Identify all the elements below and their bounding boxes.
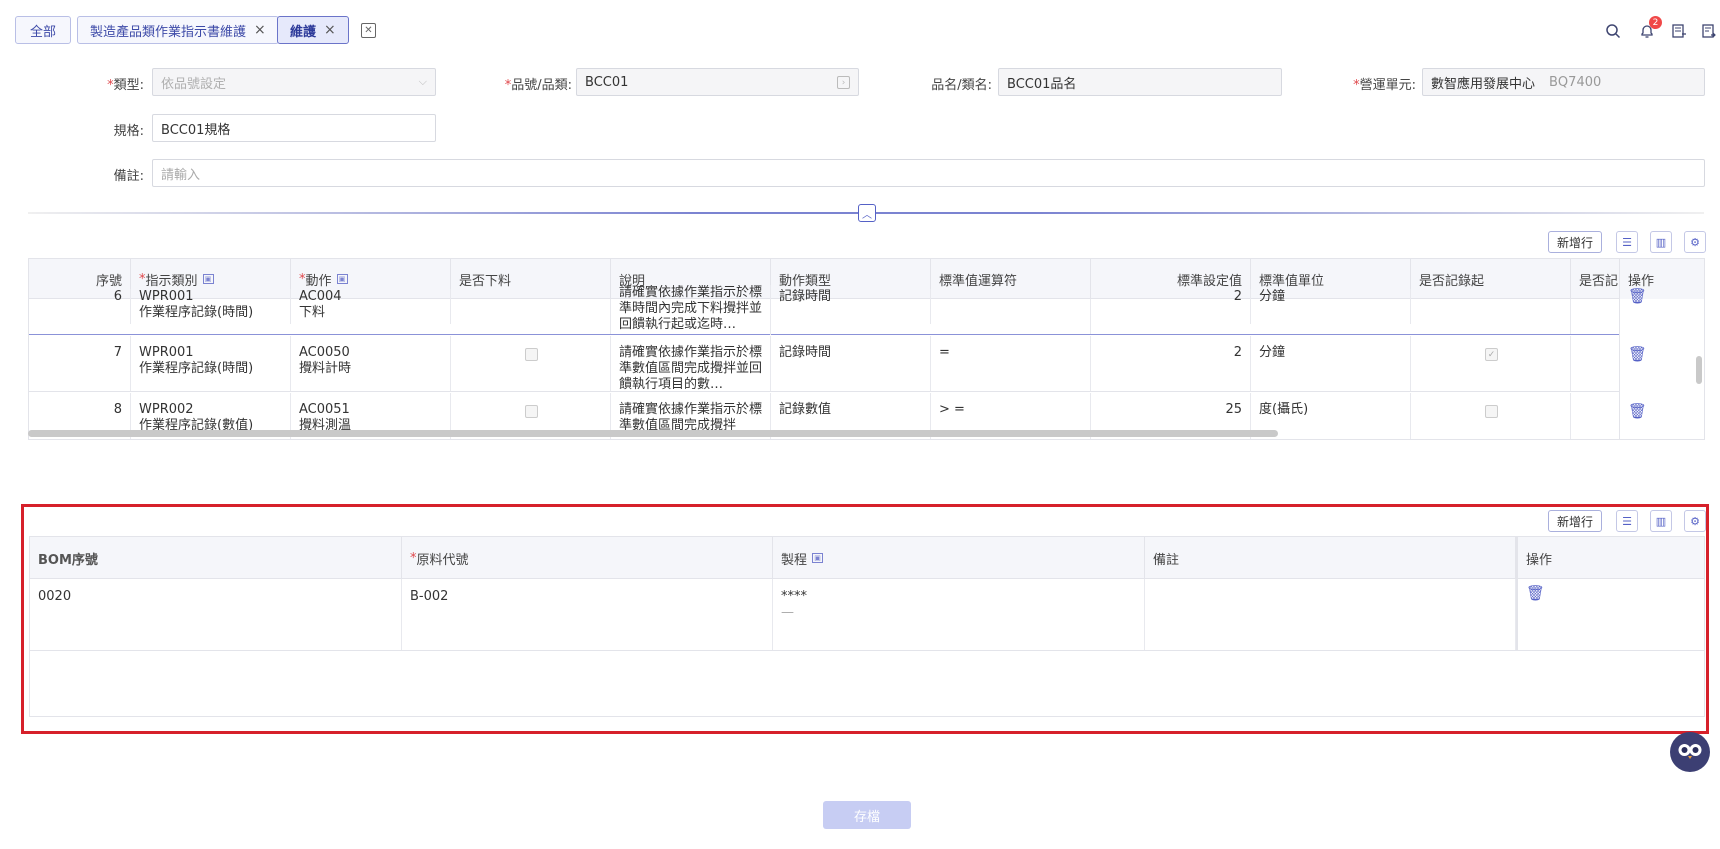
cell-category: WPR001 作業程序記錄(時間) — [131, 289, 291, 324]
cell-action-type: 記錄時間 — [771, 289, 931, 324]
delete-icon[interactable]: 🗑 — [1628, 287, 1647, 305]
close-icon[interactable]: × — [254, 22, 266, 38]
type-label: *類型: — [107, 78, 144, 93]
filter-icon[interactable]: ▣ — [336, 274, 348, 284]
collapse-icon[interactable]: ︿ — [858, 204, 876, 222]
down-checkbox[interactable] — [525, 348, 538, 361]
document-icon[interactable] — [1670, 22, 1688, 40]
export-icon[interactable] — [1700, 22, 1718, 40]
cell-process: **** — — [773, 579, 1145, 650]
header-material: * 原料代號 — [402, 537, 773, 579]
item-field[interactable]: BCC01 › — [576, 68, 859, 96]
cell-std-unit: 分鐘 — [1251, 289, 1411, 324]
cell-action: AC004 下料 — [291, 289, 451, 324]
tab-maintenance-list[interactable]: 製造產品類作業指示書維護 × — [77, 16, 279, 44]
header-operator: 標準值運算符 — [931, 259, 1091, 299]
column-settings-icon[interactable]: ▥ — [1650, 510, 1672, 532]
header-bom: BOM序號 — [30, 537, 402, 579]
vertical-scrollbar[interactable] — [1696, 356, 1702, 384]
spec-label: 規格: — [113, 124, 144, 139]
cell-down — [451, 336, 611, 391]
record-checkbox[interactable] — [1485, 405, 1498, 418]
cell-record: ✓ — [1411, 336, 1571, 391]
delete-icon[interactable]: 🗑 — [1628, 345, 1647, 363]
item-label: *品號/品類: — [504, 78, 572, 93]
search-icon[interactable] — [1604, 22, 1622, 40]
tab-maintain[interactable]: 維護 × — [277, 16, 349, 44]
header-process: 製程 ▣ — [773, 537, 1145, 579]
cell-seq: 7 — [29, 336, 131, 391]
note-label: 備註: — [113, 169, 144, 184]
cell-record — [1411, 393, 1571, 439]
type-select[interactable]: 依品號設定 ⌵ — [152, 68, 436, 96]
unit-label: *營運單元: — [1353, 78, 1416, 93]
ops-column: 🗑 🗑 🗑 — [1619, 287, 1704, 439]
filter-icon[interactable]: ▣ — [202, 274, 214, 284]
gear-icon[interactable]: ⚙ — [1684, 510, 1706, 532]
delete-icon[interactable]: 🗑 — [1628, 402, 1647, 420]
bom-grid: BOM序號 * 原料代號 製程 ▣ 備註 操作 0020 B-002 **** — 🗑 — [29, 536, 1705, 717]
cell-std-value: 2 — [1091, 289, 1251, 324]
unit-field[interactable]: 數智應用發展中心 BQ7400 — [1422, 68, 1705, 96]
cell-desc: 請確實依據作業指示於標準時間內完成下料攪拌並回饋執行起或迄時… — [611, 285, 771, 335]
close-icon[interactable]: × — [324, 22, 336, 38]
close-all-tabs-icon[interactable]: ✕ — [361, 23, 376, 38]
tab-label: 製造產品類作業指示書維護 — [90, 24, 247, 40]
table-row[interactable]: 0020 B-002 **** — 🗑 — [30, 579, 1704, 651]
assistant-owl-icon[interactable] — [1670, 732, 1710, 772]
record-checkbox[interactable]: ✓ — [1485, 348, 1498, 361]
chevron-down-icon: ⌵ — [418, 75, 427, 88]
name-label: 品名/類名: — [931, 78, 992, 93]
tab-all[interactable]: 全部 — [15, 16, 71, 44]
cell-bom: 0020 — [30, 579, 402, 650]
column-settings-icon[interactable]: ▥ — [1650, 231, 1672, 253]
grid-header: BOM序號 * 原料代號 製程 ▣ 備註 操作 — [30, 537, 1704, 579]
header-record: 是否記錄起 — [1411, 259, 1571, 299]
save-button[interactable]: 存檔 — [823, 801, 911, 829]
cell-down — [451, 299, 611, 334]
cell-action-type: 記錄時間 — [771, 336, 931, 391]
cell-material: B-002 — [402, 579, 773, 650]
tab-all-label: 全部 — [29, 24, 56, 40]
tab-label: 維護 — [290, 24, 317, 40]
spec-field[interactable]: BCC01規格 — [152, 114, 436, 142]
cell-std-unit: 分鐘 — [1251, 336, 1411, 391]
instruction-grid: 序號 * 指示類別 ▣ * 動作 ▣ 是否下料 說明 動作類型 標準值運算符 標準設定值… — [28, 258, 1705, 440]
cell-desc: 請確實依據作業指示於標準數值區間完成攪拌並回饋執行項目的數… — [611, 336, 771, 391]
filter-icon[interactable]: ▣ — [812, 553, 824, 563]
cell-operator: = — [931, 336, 1091, 391]
horizontal-scrollbar[interactable] — [28, 430, 1278, 437]
cell-ops: 🗑 — [1516, 579, 1704, 650]
lookup-icon[interactable]: › — [837, 76, 850, 89]
table-row[interactable]: 6 WPR001 作業程序記錄(時間) AC004 下料 請確實依據作業指示於標準時… — [29, 285, 1704, 335]
add-row-button[interactable]: 新增行 — [1548, 231, 1602, 253]
gear-icon[interactable]: ⚙ — [1684, 231, 1706, 253]
name-field[interactable]: BCC01品名 — [998, 68, 1282, 96]
note-input[interactable]: 請輸入 — [152, 159, 1705, 187]
cell-note — [1145, 579, 1516, 650]
header-ops: 操作 — [1516, 537, 1704, 579]
notification-icon[interactable]: 2 — [1638, 16, 1662, 40]
add-row-button[interactable]: 新增行 — [1548, 510, 1602, 532]
row-height-icon[interactable]: ☰ — [1616, 510, 1638, 532]
table-row[interactable]: 7 WPR001 作業程序記錄(時間) AC0050 攪料計時 請確實依據作業指示於… — [29, 336, 1704, 392]
cell-action: AC0050 攪料計時 — [291, 336, 451, 391]
cell-record — [1411, 299, 1571, 334]
cell-category: WPR001 作業程序記錄(時間) — [131, 336, 291, 391]
header-note: 備註 — [1145, 537, 1516, 579]
header-down: 是否下料 — [451, 259, 611, 299]
cell-std-value: 2 — [1091, 336, 1251, 391]
delete-icon[interactable]: 🗑 — [1526, 585, 1545, 601]
cell-operator — [931, 299, 1091, 334]
cell-seq: 6 — [29, 289, 131, 324]
row-height-icon[interactable]: ☰ — [1616, 231, 1638, 253]
down-checkbox[interactable] — [525, 405, 538, 418]
notification-badge: 2 — [1649, 16, 1662, 29]
